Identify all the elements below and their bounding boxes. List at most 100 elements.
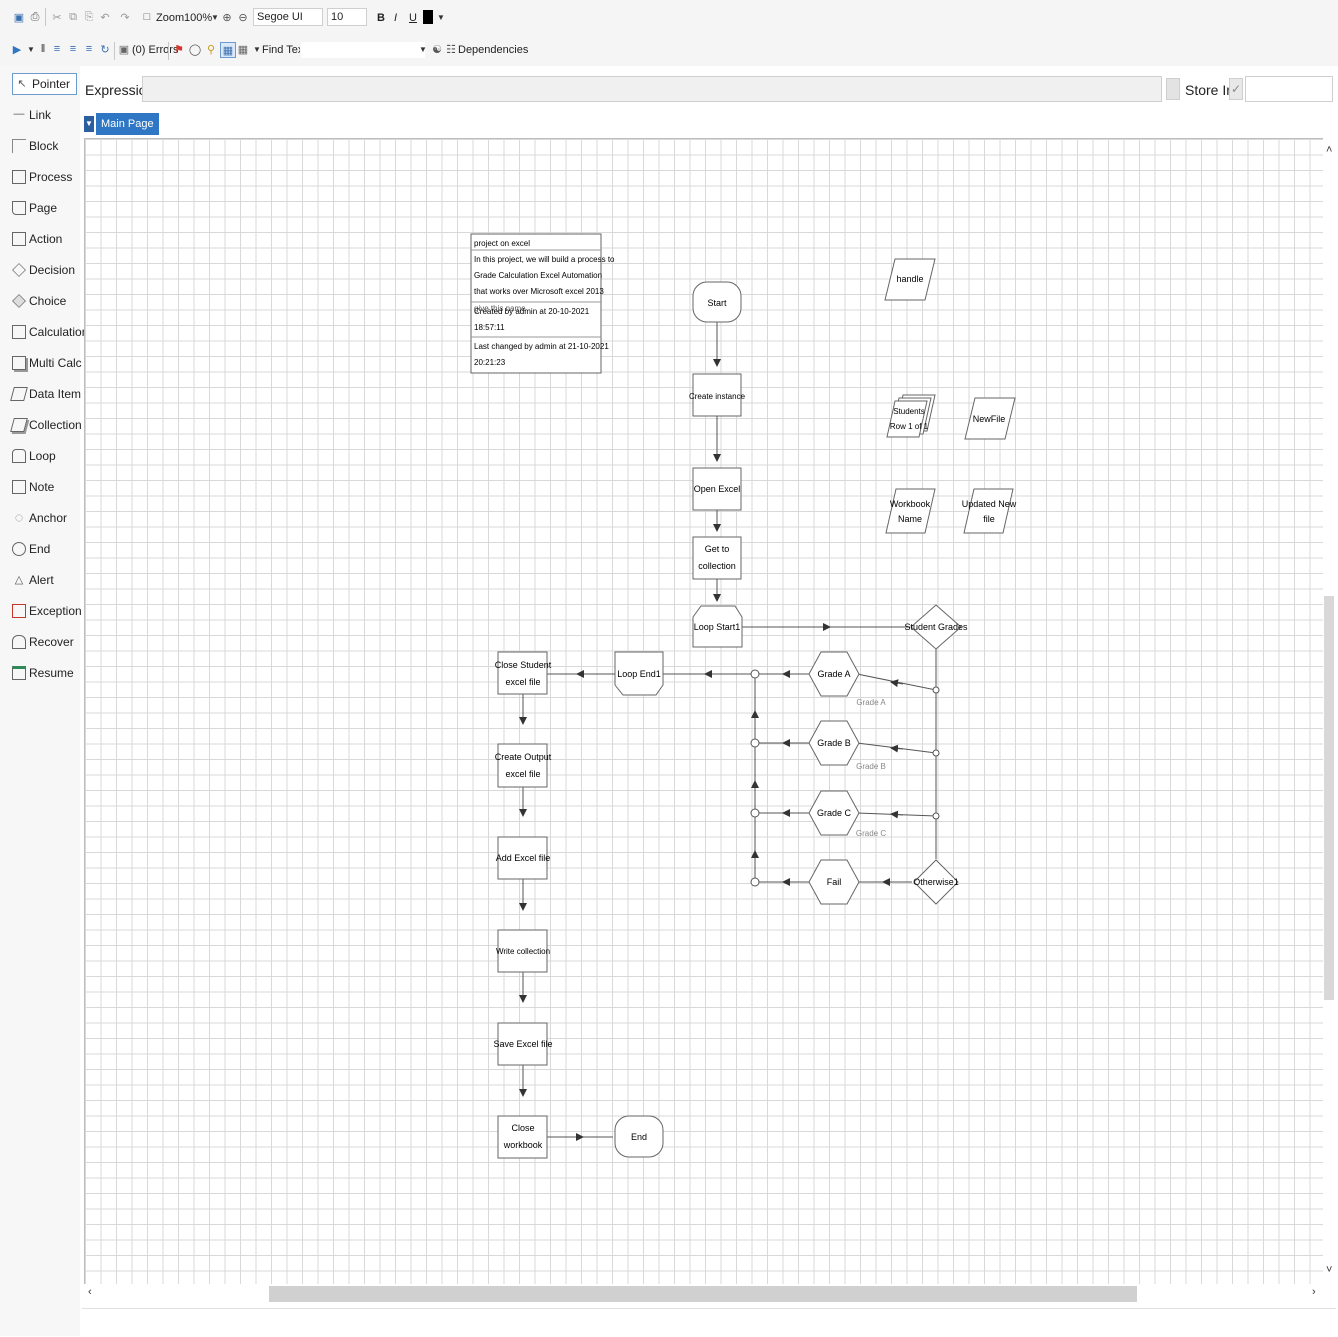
tool-exception[interactable]: Exception <box>12 600 82 622</box>
vertical-scroll-thumb[interactable] <box>1324 596 1334 1000</box>
tool-choice[interactable]: Choice <box>12 290 66 312</box>
step-icon[interactable]: ≡ <box>50 42 64 56</box>
scroll-left-icon[interactable]: ‹ <box>88 1286 92 1298</box>
process-info-box[interactable]: project on excel In this project, we wil… <box>470 233 615 374</box>
chevron-down-icon[interactable]: ▼ <box>434 10 448 24</box>
tool-multi-calc[interactable]: Multi Calc <box>12 352 82 374</box>
refresh-icon[interactable]: ↻ <box>98 42 112 56</box>
loop-end-stage[interactable]: Loop End1 <box>614 651 664 696</box>
cut-icon[interactable]: ✂ <box>50 10 64 24</box>
start-stage[interactable]: Start <box>692 281 742 323</box>
step-out-icon[interactable]: ≡ <box>82 42 96 56</box>
zoom-in-icon[interactable]: ⊕ <box>220 10 234 24</box>
binoculars-icon[interactable]: ☯ <box>430 42 444 56</box>
scroll-down-icon[interactable]: ˅ <box>1326 1264 1332 1276</box>
anchor-node[interactable] <box>750 738 760 748</box>
grade-c-stage[interactable]: Grade C <box>808 790 860 836</box>
tool-calculation[interactable]: Calculation <box>12 321 88 343</box>
tool-loop[interactable]: Loop <box>12 445 56 467</box>
scroll-up-icon[interactable]: ˄ <box>1326 144 1332 156</box>
font-color-button[interactable] <box>423 10 433 24</box>
data-item-handle[interactable]: handle <box>884 258 936 301</box>
get-to-collection-stage[interactable]: Get to collection <box>692 536 742 580</box>
find-icon[interactable]: ⚲ <box>204 42 218 56</box>
pause-icon[interactable]: ‖ <box>36 42 50 56</box>
find-text-input[interactable] <box>300 41 426 59</box>
add-excel-stage[interactable]: Add Excel file <box>496 836 551 880</box>
anchor-node[interactable] <box>750 877 760 887</box>
tool-decision[interactable]: Decision <box>12 259 75 281</box>
create-output-stage[interactable]: Create Output excel file <box>495 743 552 788</box>
horizontal-scrollbar[interactable]: ‹ › <box>84 1284 1324 1304</box>
scroll-right-icon[interactable]: › <box>1312 1286 1316 1298</box>
grid-toggle-icon[interactable]: ▦ <box>220 42 236 58</box>
dependencies-icon[interactable]: ☷ <box>444 42 458 56</box>
errors-icon[interactable]: ▣ <box>117 42 131 56</box>
font-name-select[interactable]: Segoe UI <box>253 8 323 26</box>
grade-a-stage[interactable]: Grade A <box>808 651 860 697</box>
breakpoint-icon[interactable]: ⚑ <box>172 42 186 56</box>
tool-data-item[interactable]: Data Item <box>10 383 81 405</box>
loop-start-stage[interactable]: Loop Start1 <box>692 605 743 648</box>
tab-main-page[interactable]: Main Page <box>96 113 159 135</box>
tool-resume[interactable]: Resume <box>12 662 74 684</box>
tool-process[interactable]: Process <box>12 166 72 188</box>
close-workbook-stage[interactable]: Close workbook <box>497 1115 548 1159</box>
tool-collection[interactable]: Collection <box>10 414 82 436</box>
step-in-icon[interactable]: ≡ <box>66 42 80 56</box>
redo-icon[interactable]: ↷ <box>118 10 132 24</box>
vertical-scrollbar[interactable]: ˄ ˅ <box>1323 138 1336 1284</box>
tool-alert[interactable]: △ Alert <box>12 569 54 591</box>
grade-b-stage[interactable]: Grade B <box>808 720 860 766</box>
anchor-node[interactable] <box>750 808 760 818</box>
tool-anchor[interactable]: Anchor <box>12 507 67 529</box>
create-instance-stage[interactable]: Create instance <box>689 373 746 417</box>
save-excel-stage[interactable]: Save Excel file <box>493 1022 553 1066</box>
undo-icon[interactable]: ↶ <box>98 10 112 24</box>
italic-button[interactable]: I <box>394 9 397 27</box>
tool-action[interactable]: Action <box>12 228 62 250</box>
write-collection-stage[interactable]: Write collection <box>496 929 550 973</box>
store-in-input[interactable] <box>1245 76 1333 102</box>
expression-input[interactable] <box>142 76 1162 102</box>
tool-page[interactable]: Page <box>12 197 57 219</box>
close-student-stage[interactable]: Close Student excel file <box>495 651 552 695</box>
save-icon[interactable]: ▣ <box>12 10 26 24</box>
tool-note[interactable]: Note <box>12 476 54 498</box>
anchor-node[interactable] <box>750 669 760 679</box>
page-list-dropdown[interactable]: ▼ <box>84 116 94 132</box>
bold-button[interactable]: B <box>377 9 385 27</box>
tool-recover[interactable]: Recover <box>12 631 74 653</box>
anchor-node[interactable] <box>932 812 940 820</box>
data-item-updated-new-file[interactable]: Updated New file <box>962 488 1017 534</box>
open-excel-stage[interactable]: Open Excel <box>692 467 742 511</box>
layout-icon[interactable]: ▦ <box>236 42 250 56</box>
fail-stage[interactable]: Fail <box>808 859 860 905</box>
collection-students[interactable]: Students Row 1 of 1 <box>886 394 936 438</box>
paste-icon[interactable]: ⎘ <box>82 10 96 24</box>
dependencies-button[interactable]: Dependencies <box>458 41 528 59</box>
store-in-check-icon[interactable]: ✓ <box>1229 78 1243 100</box>
tool-end[interactable]: End <box>12 538 50 560</box>
otherwise-choice[interactable]: Otherwise1 <box>913 859 959 905</box>
tool-block[interactable]: Block <box>12 135 58 157</box>
horizontal-scroll-thumb[interactable] <box>269 1286 1137 1302</box>
anchor-node[interactable] <box>932 749 940 757</box>
data-item-workbook-name[interactable]: Workbook Name <box>885 488 936 534</box>
print-icon[interactable]: ⎙ <box>28 10 42 24</box>
expression-builder-button[interactable] <box>1166 78 1180 100</box>
tool-pointer[interactable]: ↖ Pointer <box>12 73 78 95</box>
run-icon[interactable]: ▶ <box>10 42 24 56</box>
zoom-out-icon[interactable]: ⊖ <box>236 10 250 24</box>
anchor-node[interactable] <box>932 686 940 694</box>
end-stage[interactable]: End <box>614 1115 664 1158</box>
page-setup-icon[interactable]: □ <box>140 10 154 24</box>
font-size-select[interactable]: 10 <box>327 8 367 26</box>
watch-icon[interactable]: ◯ <box>188 42 202 56</box>
data-item-newfile[interactable]: NewFile <box>964 397 1016 440</box>
diagram-canvas[interactable]: project on excel In this project, we wil… <box>84 138 1324 1284</box>
student-grades-choice[interactable]: Student Grades <box>904 604 968 650</box>
underline-button[interactable]: U <box>409 9 417 27</box>
chevron-down-icon[interactable]: ▼ <box>416 42 430 56</box>
tool-link[interactable]: — Link <box>12 104 52 126</box>
